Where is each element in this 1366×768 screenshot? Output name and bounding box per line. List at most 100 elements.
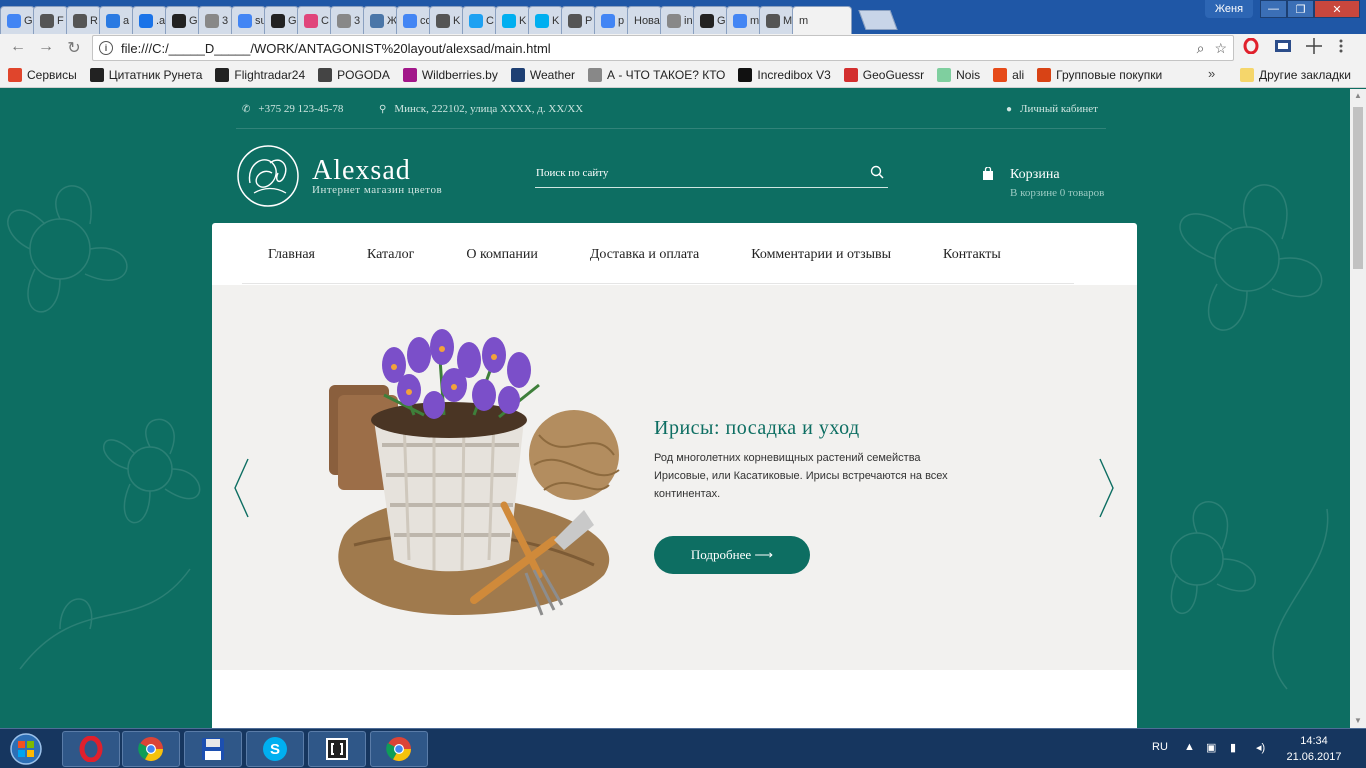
other-bookmarks[interactable]: Другие закладки [1240, 62, 1351, 88]
address-item: ⚲ Минск, 222102, улица ХХХХ, д. ХХ/ХХ [379, 103, 583, 115]
zoom-icon[interactable]: ⌕ [1197, 40, 1205, 57]
site-logo[interactable]: Alexsad Интернет магазин цветов [236, 143, 442, 209]
more-button[interactable]: Подробнее ⟶ [654, 536, 810, 574]
volume-icon[interactable]: ◂) [1256, 741, 1265, 754]
bookmark-item[interactable]: А - ЧТО ТАКОЕ? КТО [588, 67, 725, 82]
browser-tab[interactable]: M [759, 6, 794, 34]
bookmark-item[interactable]: POGODA [318, 67, 390, 82]
nav-item[interactable]: О компании [466, 247, 537, 263]
nav-item[interactable]: Главная [268, 247, 315, 263]
browser-tab[interactable]: C [297, 6, 332, 34]
browser-tab[interactable]: in [660, 6, 695, 34]
forward-icon[interactable]: → [36, 38, 56, 56]
nav-item[interactable]: Комментарии и отзывы [751, 247, 891, 263]
bookmark-item[interactable]: Flightradar24 [215, 67, 305, 82]
bookmark-item[interactable]: Nois [937, 67, 980, 82]
browser-tab[interactable]: p [594, 6, 629, 34]
network-tray-icon[interactable]: ▣ [1206, 741, 1216, 754]
browser-tab[interactable]: G [0, 6, 35, 34]
slider-prev-arrow-icon[interactable] [232, 457, 250, 519]
bookmark-item[interactable]: Incredibox V3 [738, 67, 831, 82]
bookmark-star-icon[interactable]: ☆ [1214, 40, 1227, 57]
reload-icon[interactable]: ↻ [64, 38, 84, 58]
browser-tab[interactable]: C [462, 6, 497, 34]
opera-taskbar-button[interactable] [62, 731, 120, 767]
browser-tab[interactable]: G [264, 6, 299, 34]
browser-tab[interactable]: R [66, 6, 101, 34]
bookmark-item[interactable]: GeoGuessr [843, 67, 924, 82]
bookmarks-bar: Сервисы Цитатник Рунета Flightradar24 POGOD… [0, 62, 1366, 88]
browser-tab[interactable]: F [33, 6, 68, 34]
browser-tab[interactable]: K [495, 6, 530, 34]
nav-item[interactable]: Доставка и оплата [590, 247, 699, 263]
browser-tab[interactable]: 3 [198, 6, 233, 34]
bookmarks-overflow-button[interactable]: » [1208, 66, 1215, 81]
weather-small-icon [318, 67, 333, 82]
bookmark-item[interactable]: Wildberries.by [402, 67, 498, 82]
nav-item[interactable]: Каталог [367, 247, 414, 263]
info-icon[interactable]: i [99, 41, 113, 55]
bookmark-item[interactable]: ali [993, 67, 1024, 82]
folder-icon [1240, 68, 1254, 82]
new-tab-button[interactable] [858, 10, 898, 30]
browser-tab[interactable]: 3 [330, 6, 365, 34]
browser-tab[interactable]: m [792, 6, 852, 34]
signal-icon[interactable]: ▮ [1230, 741, 1236, 754]
bookmark-item[interactable]: Сервисы [8, 67, 77, 82]
language-indicator[interactable]: RU [1152, 741, 1168, 753]
opera-ext-icon [436, 13, 450, 28]
back-icon[interactable]: ← [8, 38, 28, 56]
brackets-taskbar-button[interactable] [308, 731, 366, 767]
search-input[interactable] [535, 161, 855, 185]
windows-start-icon[interactable] [4, 732, 48, 766]
page-scrollbar[interactable]: ▲ ▼ [1350, 89, 1366, 728]
address-bar[interactable]: i file:///C:/_____D_____/WORK/ANTAGONIST… [92, 35, 1234, 61]
profile-button[interactable]: Женя [1205, 0, 1253, 18]
account-link[interactable]: ● Личный кабинет [1006, 103, 1098, 115]
system-clock[interactable]: 14:34 21.06.2017 [1282, 733, 1346, 765]
menu-icon[interactable] [1338, 38, 1344, 57]
map-pin-icon [843, 67, 858, 82]
phone-item[interactable]: ✆ +375 29 123-45-78 [242, 103, 343, 115]
browser-tab[interactable]: Нова [627, 6, 662, 34]
scroll-down-icon[interactable]: ▼ [1350, 714, 1366, 728]
browser-tab[interactable]: .a [132, 6, 167, 34]
nav-item[interactable]: Контакты [943, 247, 1001, 263]
browser-tab[interactable]: Ж [363, 6, 398, 34]
nav-divider [242, 283, 1074, 284]
cart-widget[interactable]: Корзина В корзине 0 товаров [982, 167, 1104, 199]
opera-extension-icon[interactable] [1243, 37, 1259, 57]
extension-icon[interactable] [1274, 38, 1292, 57]
browser-tab[interactable]: K [429, 6, 464, 34]
chrome-taskbar-button-2[interactable] [370, 731, 428, 767]
hero-slider: Ирисы: посадка и уход Род многолетних ко… [212, 285, 1137, 670]
browser-tab[interactable]: m [726, 6, 761, 34]
tray-expand-icon[interactable]: ▲ [1184, 741, 1195, 753]
search-icon[interactable] [870, 165, 884, 179]
bookmark-label: POGODA [337, 67, 390, 82]
bookmark-item[interactable]: Weather [510, 67, 575, 82]
browser-tab[interactable]: su [231, 6, 266, 34]
browser-tab[interactable]: G [165, 6, 200, 34]
floppy-taskbar-button[interactable] [184, 731, 242, 767]
browser-tab[interactable]: P [561, 6, 596, 34]
skype-taskbar-button[interactable]: S [246, 731, 304, 767]
crosshair-icon[interactable] [1306, 38, 1322, 57]
opera-icon [79, 736, 103, 762]
scroll-thumb[interactable] [1353, 107, 1363, 269]
scroll-up-icon[interactable]: ▲ [1350, 89, 1366, 103]
browser-tab[interactable]: G [693, 6, 728, 34]
chrome-icon [386, 737, 411, 762]
close-button[interactable]: ✕ [1314, 0, 1360, 18]
browser-tab[interactable]: K [528, 6, 563, 34]
minimize-button[interactable]: — [1260, 0, 1287, 18]
bookmark-item[interactable]: Групповые покупки [1037, 67, 1162, 82]
chrome-taskbar-button[interactable] [122, 731, 180, 767]
google-icon [238, 13, 252, 28]
slider-next-arrow-icon[interactable] [1098, 457, 1116, 519]
browser-tab[interactable]: a [99, 6, 134, 34]
m-icon [304, 13, 318, 28]
maximize-button[interactable]: ❐ [1287, 0, 1314, 18]
bookmark-item[interactable]: Цитатник Рунета [89, 67, 202, 82]
browser-tab[interactable]: cc [396, 6, 431, 34]
